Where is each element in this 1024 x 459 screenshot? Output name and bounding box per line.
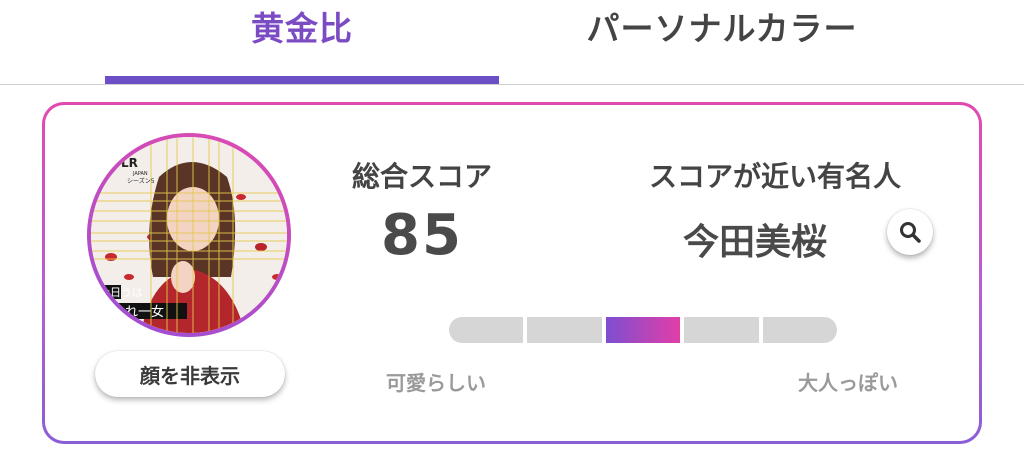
avatar-ring: 今日うは もしれ一女 LR JAPAN シーズン5 bbox=[87, 133, 291, 337]
scale-segment-5 bbox=[762, 317, 838, 343]
tab-golden-ratio[interactable]: 黄金比 bbox=[105, 0, 499, 84]
active-tab-indicator bbox=[105, 76, 499, 84]
tab-bar: 黄金比 パーソナルカラー bbox=[0, 0, 1024, 85]
magnifier-icon bbox=[900, 222, 921, 243]
hide-face-button[interactable]: 顔を非表示 bbox=[95, 351, 285, 397]
scale-segment-3-active bbox=[605, 317, 681, 343]
face-photo: 今日うは もしれ一女 LR JAPAN シーズン5 bbox=[91, 137, 287, 333]
face-photo-illustration: 今日うは もしれ一女 LR JAPAN シーズン5 bbox=[91, 137, 287, 333]
similar-celebrity-label: スコアが近い有名人 bbox=[648, 160, 901, 193]
hide-face-button-label: 顔を非表示 bbox=[140, 365, 240, 388]
photo-caption-line1: 今日うは bbox=[99, 285, 143, 299]
photo-caption-line2: もしれ一女 bbox=[99, 304, 164, 320]
photo-logo-sub: JAPAN bbox=[132, 171, 148, 177]
similar-celebrity-name: 今田美桜 bbox=[682, 222, 827, 263]
tab-golden-ratio-label: 黄金比 bbox=[251, 9, 353, 48]
scale-left-label: 可愛らしい bbox=[386, 371, 486, 395]
celebrity-search-button[interactable] bbox=[887, 209, 933, 255]
photo-logo: LR bbox=[121, 156, 138, 170]
tab-personal-color-label: パーソナルカラー bbox=[586, 9, 858, 48]
result-card: 今日うは もしれ一女 LR JAPAN シーズン5 顔を非表示 総合スコア 85… bbox=[42, 102, 982, 444]
impression-scale bbox=[449, 317, 838, 343]
result-card-body: 今日うは もしれ一女 LR JAPAN シーズン5 顔を非表示 総合スコア 85… bbox=[45, 105, 979, 441]
tab-personal-color[interactable]: パーソナルカラー bbox=[522, 0, 922, 84]
total-score-label: 総合スコア bbox=[351, 160, 492, 193]
scale-segment-4 bbox=[684, 317, 759, 343]
scale-segment-1 bbox=[449, 317, 524, 343]
scale-right-label: 大人っぽい bbox=[798, 371, 898, 395]
scale-segment-2 bbox=[527, 317, 602, 343]
total-score-value: 85 bbox=[381, 203, 463, 268]
